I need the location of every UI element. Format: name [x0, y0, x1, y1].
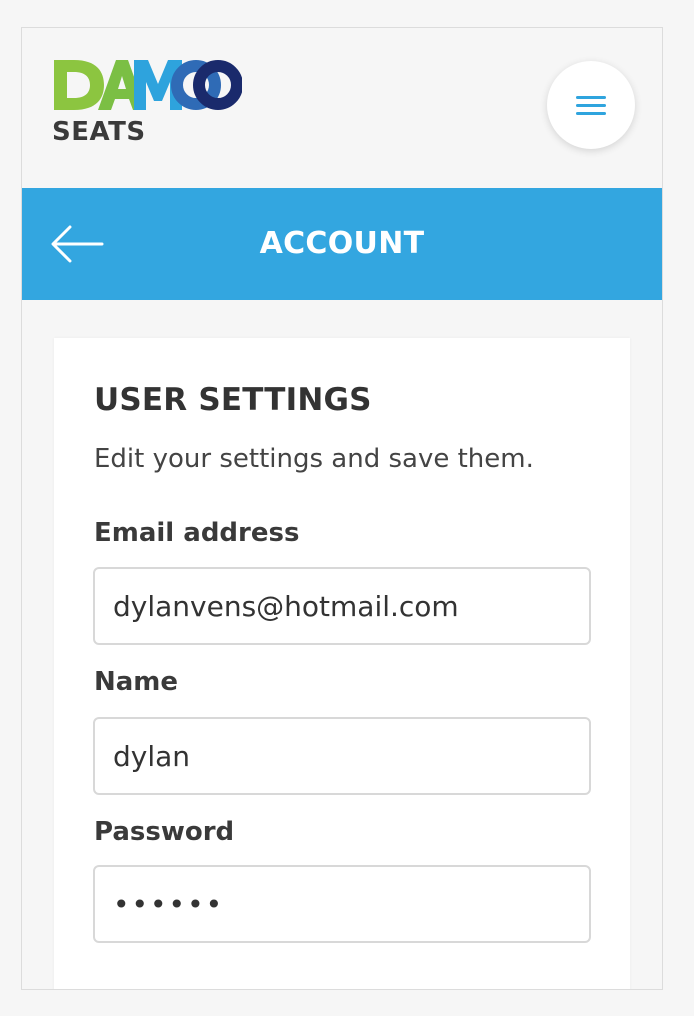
header: SEATS: [22, 28, 662, 188]
name-label: Name: [94, 667, 179, 697]
user-settings-card: USER SETTINGS Edit your settings and sav…: [54, 338, 630, 989]
password-label: Password: [94, 817, 235, 847]
settings-description: Edit your settings and save them.: [94, 444, 534, 474]
app-frame: SEATS ACCOUNT USER SETTINGS Edit your se…: [21, 27, 663, 990]
name-field[interactable]: [93, 717, 591, 795]
page-titlebar: ACCOUNT: [22, 188, 662, 300]
settings-title: USER SETTINGS: [94, 382, 372, 418]
page-title: ACCOUNT: [259, 226, 425, 261]
back-button[interactable]: [50, 222, 106, 266]
menu-button[interactable]: [547, 61, 635, 149]
arrow-left-icon: [51, 225, 104, 263]
email-label: Email address: [94, 518, 300, 548]
password-field[interactable]: [93, 865, 591, 943]
brand-subtitle: SEATS: [52, 117, 146, 147]
email-field[interactable]: [93, 567, 591, 645]
